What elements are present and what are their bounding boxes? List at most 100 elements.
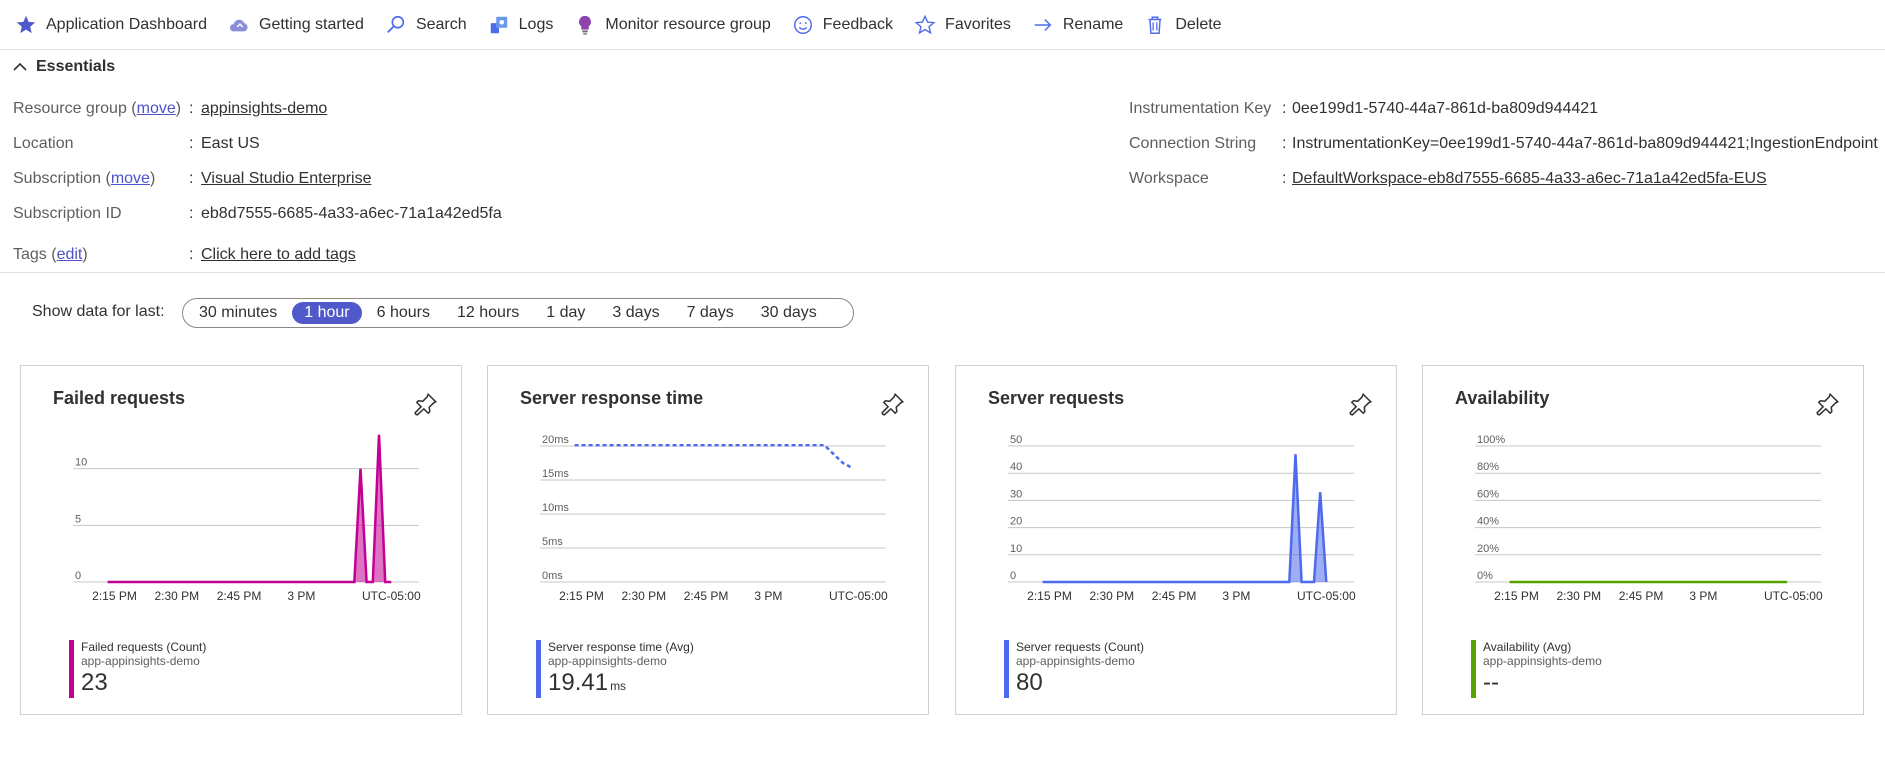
server-response-time-card[interactable]: Server response time 0ms 5ms 10ms 15ms 20ms 2… bbox=[487, 365, 929, 715]
resource-group-move-link[interactable]: move bbox=[137, 100, 176, 117]
resource-group-label: Resource group (move) bbox=[13, 100, 182, 117]
y-tick-label: 60% bbox=[1477, 488, 1499, 500]
legend-resource-name: app-appinsights-demo bbox=[548, 654, 667, 668]
delete-label: Delete bbox=[1175, 15, 1222, 33]
x-tick-label: 2:15 PM bbox=[92, 589, 137, 603]
range-12-hours[interactable]: 12 hours bbox=[445, 302, 531, 324]
pin-icon[interactable] bbox=[1348, 391, 1374, 417]
y-tick-label: 15ms bbox=[542, 468, 569, 480]
x-tick-label: 2:30 PM bbox=[154, 589, 199, 603]
add-tags-link[interactable]: Click here to add tags bbox=[201, 246, 356, 264]
legend-resource-name: app-appinsights-demo bbox=[81, 654, 200, 668]
legend-resource-name: app-appinsights-demo bbox=[1016, 654, 1135, 668]
application-dashboard-button[interactable]: Application Dashboard bbox=[14, 10, 217, 40]
x-tick-label: 2:45 PM bbox=[1152, 589, 1197, 603]
legend-series-name: Availability (Avg) bbox=[1483, 640, 1572, 654]
colon: : bbox=[1282, 135, 1287, 152]
series-line bbox=[574, 444, 853, 469]
server-requests-card[interactable]: Server requests 0 10 20 30 40 50 2:15 PM 2:30 P… bbox=[955, 365, 1397, 715]
range-6-hours[interactable]: 6 hours bbox=[365, 302, 442, 324]
y-tick-label: 0% bbox=[1477, 570, 1493, 582]
colon: : bbox=[189, 246, 194, 263]
failed-requests-chart: 0 5 10 2:15 PM 2:30 PM 2:45 PM 3 PM UTC-05:00 bbox=[73, 434, 421, 603]
time-range-label: Show data for last: bbox=[32, 303, 165, 320]
location-label: Location bbox=[13, 135, 74, 152]
pin-icon[interactable] bbox=[1815, 391, 1841, 417]
y-tick-label: 80% bbox=[1477, 461, 1499, 473]
range-1-hour[interactable]: 1 hour bbox=[292, 302, 362, 324]
y-tick-label: 20ms bbox=[542, 434, 569, 446]
monitor-resource-group-button[interactable]: Monitor resource group bbox=[573, 10, 780, 40]
x-tick-label: 3 PM bbox=[754, 589, 782, 603]
time-range-selector: 30 minutes 1 hour 6 hours 12 hours 1 day… bbox=[182, 298, 854, 328]
subscription-link[interactable]: Visual Studio Enterprise bbox=[201, 170, 371, 188]
x-tick-label: 3 PM bbox=[1222, 589, 1250, 603]
instrumentation-key-label: Instrumentation Key bbox=[1129, 100, 1272, 117]
workspace-link[interactable]: DefaultWorkspace-eb8d7555-6685-4a33-a6ec… bbox=[1292, 170, 1767, 188]
x-tick-label: 2:45 PM bbox=[217, 589, 262, 603]
y-tick-label: 0 bbox=[1010, 570, 1016, 582]
x-tick-label: 2:15 PM bbox=[1494, 589, 1539, 603]
range-1-day[interactable]: 1 day bbox=[534, 302, 597, 324]
subscription-move-link[interactable]: move bbox=[111, 170, 150, 187]
rename-button[interactable]: Rename bbox=[1031, 10, 1133, 40]
y-tick-label: 5ms bbox=[542, 536, 563, 548]
server-requests-chart: 0 10 20 30 40 50 2:15 PM 2:30 PM 2:45 PM 3 PM UTC-… bbox=[1008, 434, 1356, 603]
y-tick-label: 10 bbox=[1010, 543, 1022, 555]
legend-unit: ms bbox=[610, 679, 627, 693]
y-tick-label: 100% bbox=[1477, 434, 1505, 446]
resource-group-row: Resource group (move) : appinsights-demo bbox=[13, 98, 327, 120]
favorites-label: Favorites bbox=[945, 15, 1011, 33]
logs-button[interactable]: Logs bbox=[487, 10, 564, 40]
colon: : bbox=[1282, 100, 1287, 117]
series-area bbox=[107, 434, 392, 582]
resource-group-link[interactable]: appinsights-demo bbox=[201, 100, 327, 118]
pin-icon[interactable] bbox=[413, 391, 439, 417]
search-icon bbox=[384, 13, 408, 37]
card-title: Availability bbox=[1455, 388, 1550, 408]
range-30-minutes[interactable]: 30 minutes bbox=[187, 302, 289, 324]
range-30-days[interactable]: 30 days bbox=[749, 302, 829, 324]
connection-string-label: Connection String bbox=[1129, 135, 1257, 152]
x-tick-label: UTC-05:00 bbox=[1297, 589, 1356, 603]
x-tick-label: 2:30 PM bbox=[1089, 589, 1134, 603]
subscription-id-label: Subscription ID bbox=[13, 205, 122, 222]
pin-icon[interactable] bbox=[880, 391, 906, 417]
y-tick-label: 10ms bbox=[542, 502, 569, 514]
availability-chart: 0% 20% 40% 60% 80% 100% 2:15 PM 2:30 PM 2:45 PM 3… bbox=[1475, 434, 1823, 603]
feedback-button[interactable]: Feedback bbox=[791, 10, 903, 40]
connection-string-row: Connection String : InstrumentationKey=0… bbox=[1129, 133, 1885, 155]
card-title: Server requests bbox=[988, 388, 1125, 408]
x-tick-label: UTC-05:00 bbox=[829, 589, 888, 603]
colon: : bbox=[1282, 170, 1287, 187]
y-tick-label: 30 bbox=[1010, 488, 1022, 500]
workspace-label: Workspace bbox=[1129, 170, 1209, 187]
y-tick-label: 0 bbox=[75, 570, 81, 582]
monitor-resource-group-label: Monitor resource group bbox=[605, 15, 771, 33]
search-label: Search bbox=[415, 15, 467, 33]
tags-edit-link[interactable]: edit bbox=[57, 246, 83, 263]
legend-value: 80 bbox=[1016, 668, 1144, 701]
legend-series-name: Server requests (Count) bbox=[1016, 640, 1145, 654]
delete-button[interactable]: Delete bbox=[1143, 10, 1231, 40]
legend-value: 23 bbox=[81, 668, 206, 701]
failed-requests-card[interactable]: Failed requests 0 5 10 2:15 PM 2:30 PM 2:45 P… bbox=[20, 365, 462, 715]
getting-started-button[interactable]: Getting started bbox=[227, 10, 374, 40]
rename-label: Rename bbox=[1062, 15, 1124, 33]
workspace-row: Workspace : DefaultWorkspace-eb8d7555-66… bbox=[1129, 168, 1767, 190]
search-button[interactable]: Search bbox=[384, 10, 477, 40]
essentials-divider bbox=[0, 272, 1885, 273]
feedback-label: Feedback bbox=[822, 15, 894, 33]
application-dashboard-label: Application Dashboard bbox=[46, 15, 207, 33]
range-7-days[interactable]: 7 days bbox=[675, 302, 746, 324]
availability-card[interactable]: Availability 0% 20% 40% 60% 80% 100% 2:15 PM 2:… bbox=[1422, 365, 1864, 715]
range-3-days[interactable]: 3 days bbox=[600, 302, 671, 324]
trash-icon bbox=[1143, 13, 1167, 37]
x-tick-label: 3 PM bbox=[287, 589, 315, 603]
legend-value-number: 80 bbox=[1016, 669, 1043, 696]
chart-legend: Server response time (Avg) app-appinsigh… bbox=[536, 640, 694, 698]
connection-string-value: InstrumentationKey=0ee199d1-5740-44a7-86… bbox=[1292, 135, 1878, 152]
star-outline-icon bbox=[913, 13, 937, 37]
favorites-button[interactable]: Favorites bbox=[913, 10, 1021, 40]
essentials-toggle[interactable]: Essentials bbox=[12, 58, 115, 76]
